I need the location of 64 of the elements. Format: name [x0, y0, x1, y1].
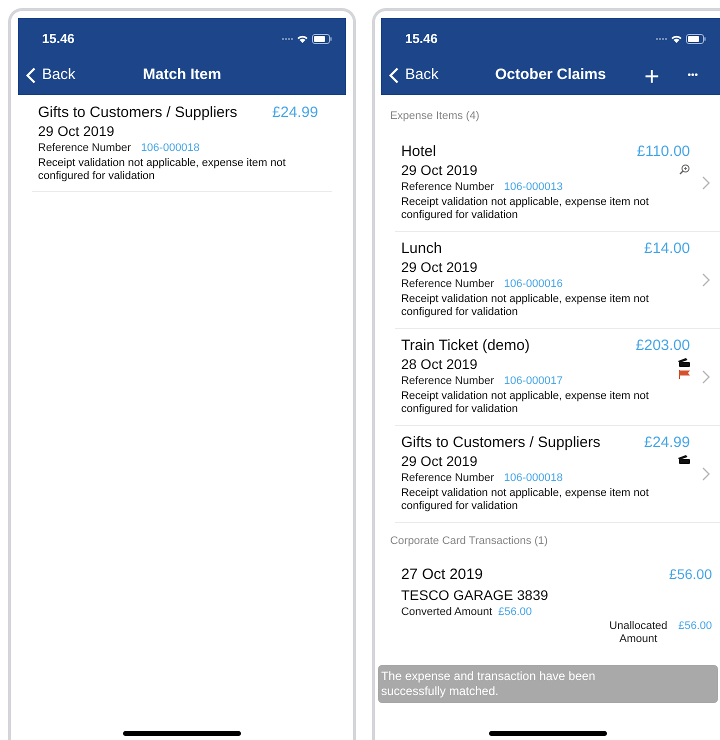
- item-amount: £14.00: [644, 240, 690, 258]
- transaction-date: 27 Oct 2019: [401, 566, 483, 584]
- item-date: 28 Oct 2019: [401, 354, 478, 372]
- item-title: Gifts to Customers / Suppliers: [38, 104, 238, 122]
- add-button[interactable]: +: [644, 62, 660, 88]
- converted-amount: £56.00: [498, 605, 532, 619]
- item-date: 29 Oct 2019: [401, 160, 478, 178]
- validation-note: Receipt validation not applicable, expense item not configured for validation: [401, 196, 650, 222]
- merchant-name: TESCO GARAGE 3839: [401, 586, 550, 604]
- converted-label: Converted Amount: [401, 605, 492, 619]
- status-time: 15.46: [42, 30, 75, 48]
- item-date: 29 Oct 2019: [401, 452, 478, 470]
- wifi-icon: [671, 35, 682, 43]
- item-amount: £110.00: [636, 142, 690, 160]
- validation-note: Receipt validation not applicable, expense item not configured for validation: [401, 292, 650, 318]
- status-time: 15.46: [405, 30, 438, 48]
- back-button[interactable]: Back: [389, 64, 438, 87]
- more-button[interactable]: •••: [687, 70, 698, 80]
- section-header: Corporate Card Transactions (1): [389, 534, 549, 548]
- nav-title: Match Item: [142, 65, 222, 86]
- reference-number: 106-000018: [140, 141, 200, 155]
- item-amount: £203.00: [636, 336, 690, 354]
- validation-note: Receipt validation not applicable, expense item not configured for validation: [401, 486, 650, 512]
- chevron-icon: [702, 467, 710, 481]
- back-button[interactable]: Back: [26, 64, 76, 87]
- chevron-icon: [702, 273, 710, 287]
- back-chevron-icon: [26, 67, 36, 84]
- expense-item[interactable]: Train Ticket (demo) £203.00 28 Oct 2019 Reference Number 106-000017 Receipt validation not applicable, expense item not configured for validation: [395, 328, 720, 426]
- back-chevron-icon: [389, 67, 400, 84]
- transaction-amount: £56.00: [669, 565, 712, 583]
- wifi-icon: [297, 35, 308, 43]
- unallocated-label: Unallocated Amount: [608, 620, 668, 646]
- item-date: 29 Oct 2019: [38, 122, 114, 140]
- toast-message: The expense and transaction have been successfully matched.: [378, 665, 718, 703]
- chevron-icon: [702, 176, 710, 190]
- item-amount: £24.99: [272, 104, 320, 122]
- battery-icon: [686, 34, 706, 44]
- item-amount: £24.99: [644, 434, 690, 452]
- section-header: Expense Items (4): [389, 109, 480, 124]
- reference-number: 106-000016: [504, 276, 563, 290]
- nav-title: October Claims: [495, 65, 606, 86]
- validation-note: Receipt validation not applicable, expense item not configured for validation: [401, 390, 650, 416]
- item-title: Hotel: [401, 142, 436, 160]
- reference-label: Reference Number: [401, 374, 494, 388]
- reference-label: Reference Number: [401, 470, 494, 484]
- reference-number: 106-000018: [504, 470, 563, 484]
- reference-label: Reference Number: [401, 276, 494, 290]
- item-title: Gifts to Customers / Suppliers: [401, 434, 600, 452]
- chevron-icon: [702, 370, 710, 384]
- item-title: Train Ticket (demo): [401, 336, 530, 354]
- expense-item[interactable]: Gifts to Customers / Suppliers £24.99 29 Oct 2019 Reference Number 106-000018 Receipt validation not applicable, expense item not configured for validation: [395, 426, 720, 522]
- reference-label: Reference Number: [38, 141, 131, 155]
- reference-number: 106-000017: [504, 374, 563, 388]
- expense-item[interactable]: Gifts to Customers / Suppliers £24.99 29 Oct 2019 Reference Number 106-000018 Receipt validation not applicable, expense item not configured for validation: [32, 95, 332, 192]
- reference-label: Reference Number: [401, 180, 494, 194]
- battery-icon: [312, 34, 332, 44]
- card-transaction[interactable]: 27 Oct 2019 £56.00 TESCO GARAGE 3839 Converted Amount £56.00 Unallocated Amount £56.00: [395, 561, 720, 647]
- expense-item[interactable]: Lunch £14.00 29 Oct 2019 Reference Number 106-000016 Receipt validation not applicable, expense item not configured for validation: [395, 232, 720, 328]
- unallocated-amount: £56.00: [678, 620, 712, 634]
- reference-number: 106-000013: [504, 180, 563, 194]
- item-title: Lunch: [401, 240, 442, 258]
- expense-item[interactable]: Hotel £110.00 29 Oct 2019 Reference Number 106-000013 Receipt validation not applicable, expense item not configured for validation: [395, 134, 720, 232]
- validation-note: Receipt validation not applicable, expense item not configured for validation: [38, 157, 287, 183]
- item-date: 29 Oct 2019: [401, 258, 478, 276]
